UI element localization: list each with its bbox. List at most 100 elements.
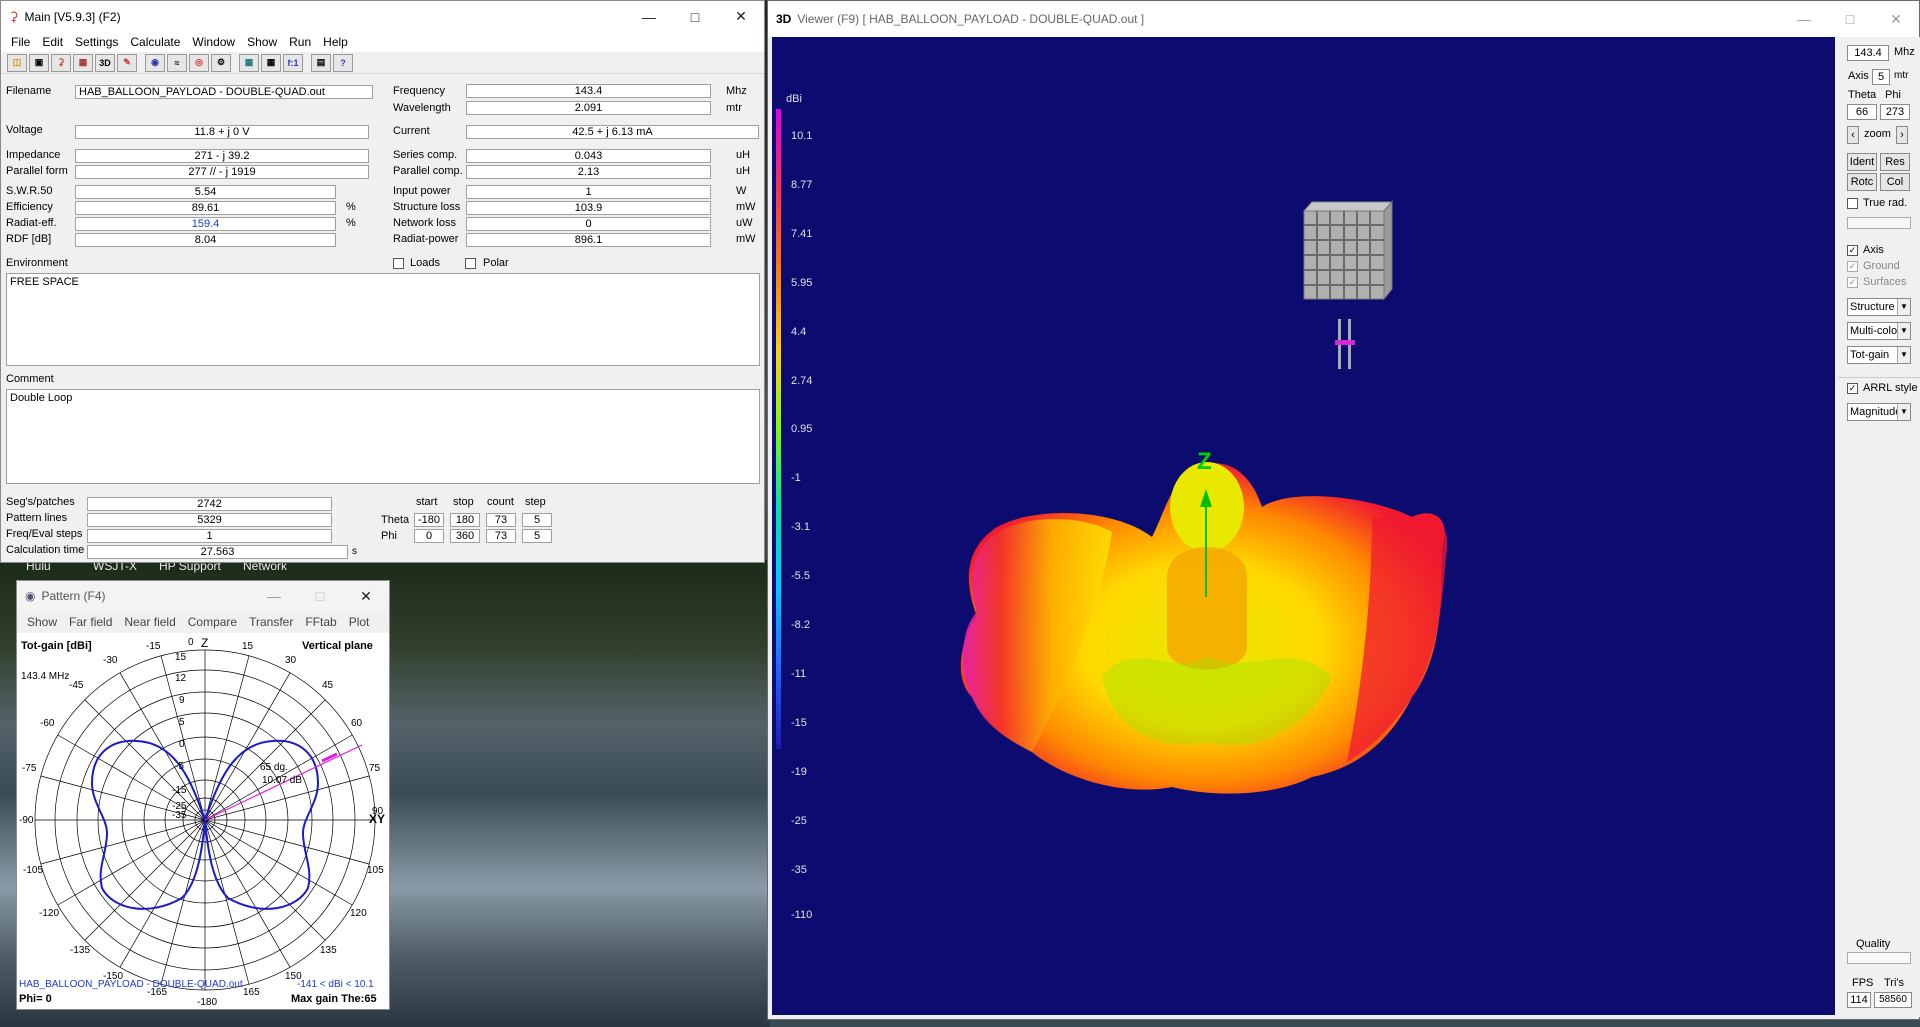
ident-button[interactable]: Ident — [1847, 153, 1877, 171]
help-icon[interactable]: ? — [333, 53, 353, 72]
true-rad-checkbox[interactable] — [1847, 198, 1858, 209]
geometry-icon[interactable]: ▦ — [73, 53, 93, 72]
menu-calculate[interactable]: Calculate — [124, 35, 186, 49]
frequency-field[interactable]: 143.4 — [466, 84, 711, 98]
save-icon[interactable]: ▣ — [29, 53, 49, 72]
theta-start[interactable]: -180 — [414, 513, 444, 527]
close-icon[interactable]: ✕ — [343, 581, 389, 611]
loads-checkbox[interactable] — [393, 258, 404, 269]
menu-settings[interactable]: Settings — [69, 35, 124, 49]
menu-window[interactable]: Window — [186, 35, 241, 49]
book-icon[interactable]: ▤ — [311, 53, 331, 72]
quality-slider[interactable] — [1847, 952, 1911, 964]
input-power-field[interactable]: 1 — [466, 185, 711, 199]
arrl-style-checkbox[interactable]: ✓ — [1847, 383, 1858, 394]
magnitude-select[interactable]: Magnitude ▼ — [1847, 403, 1911, 421]
comment-textarea[interactable]: Double Loop — [6, 389, 760, 484]
polar-plot-area[interactable]: Tot-gain [dBi] Vertical plane 143.4 MHz … — [17, 633, 389, 1009]
menu-show[interactable]: Show — [241, 35, 283, 49]
viewer-axis-label: Axis — [1848, 70, 1869, 82]
menu-run[interactable]: Run — [283, 35, 317, 49]
pattern-phi: Phi= 0 — [19, 993, 52, 1005]
grid-header-stop: stop — [453, 496, 474, 508]
menu-edit[interactable]: Edit — [36, 35, 69, 49]
polar-checkbox[interactable] — [465, 258, 476, 269]
structure-select[interactable]: Structure ▼ — [1847, 298, 1911, 316]
maximize-icon[interactable]: □ — [672, 1, 718, 32]
color-mode-select[interactable]: Multi-color ▼ — [1847, 322, 1911, 340]
minimize-icon[interactable]: — — [251, 581, 297, 611]
open-folder-icon[interactable]: ◫ — [7, 53, 27, 72]
pattern-titlebar[interactable]: ◉ Pattern (F4) — □ ✕ — [17, 581, 389, 611]
axis-checkbox[interactable]: ✓ — [1847, 245, 1858, 256]
axis-check-label: Axis — [1863, 244, 1884, 256]
maximize-icon[interactable]: □ — [1827, 4, 1873, 35]
viewer-slider[interactable] — [1847, 217, 1911, 229]
close-icon[interactable]: ✕ — [1873, 4, 1919, 35]
pattern-menu-fftab[interactable]: FFtab — [299, 615, 342, 629]
legend-tick: 8.77 — [791, 179, 813, 191]
viewer-window-title: Viewer (F9) [ HAB_BALLOON_PAYLOAD - DOUB… — [797, 12, 1145, 26]
viewer-theta-field[interactable]: 66 — [1847, 104, 1877, 120]
maximize-icon[interactable]: □ — [297, 581, 343, 611]
near-field-icon[interactable]: ≈ — [167, 53, 187, 72]
minimize-icon[interactable]: — — [626, 1, 672, 32]
close-icon[interactable]: ✕ — [718, 1, 764, 32]
phi-stop[interactable]: 360 — [450, 529, 480, 543]
pattern-menu-show[interactable]: Show — [21, 615, 63, 629]
zoom-out-icon[interactable]: ‹ — [1847, 126, 1859, 144]
phi-count[interactable]: 73 — [486, 529, 516, 543]
environment-textarea[interactable]: FREE SPACE — [6, 273, 760, 366]
efficiency-unit: % — [346, 201, 356, 213]
viewer-3d-canvas[interactable]: Z dBi 10.1 8.77 7.41 5.95 4.4 2.74 0.95 … — [772, 37, 1835, 1015]
filename-field[interactable]: HAB_BALLOON_PAYLOAD - DOUBLE-QUAD.out — [75, 85, 373, 99]
parallel-form-field: 277 // - j 1919 — [75, 165, 369, 179]
ground-checkbox[interactable]: ✓ — [1847, 261, 1858, 272]
phi-step[interactable]: 5 — [522, 529, 552, 543]
current-field: 42.5 + j 6.13 mA — [466, 125, 759, 139]
viewer-frequency-field[interactable]: 143.4 — [1847, 45, 1889, 61]
grid-header-step: step — [525, 496, 546, 508]
menu-help[interactable]: Help — [317, 35, 354, 49]
surfaces-checkbox[interactable]: ✓ — [1847, 277, 1858, 288]
pattern-menu-compare[interactable]: Compare — [182, 615, 243, 629]
radial-label: 9 — [179, 695, 185, 706]
viewer-theta-label: Theta — [1848, 89, 1877, 101]
radial-label: 15 — [175, 652, 187, 663]
view-3d-icon[interactable]: 3D — [95, 53, 115, 72]
antenna-icon[interactable]: ⚳ — [51, 53, 71, 72]
impedance-label: Impedance — [6, 149, 61, 161]
phi-start[interactable]: 0 — [414, 529, 444, 543]
zoom-in-icon[interactable]: › — [1896, 126, 1908, 144]
theta-label: Theta — [381, 514, 410, 526]
theta-count[interactable]: 73 — [486, 513, 516, 527]
pattern-menu-plot[interactable]: Plot — [343, 615, 376, 629]
ratio-icon[interactable]: f:1 — [283, 53, 303, 72]
pattern-menu-far-field[interactable]: Far field — [63, 615, 118, 629]
gain-type-select-value: Tot-gain — [1850, 349, 1890, 361]
viewer-axis-field[interactable]: 5 — [1872, 69, 1890, 85]
edit-icon[interactable]: ✎ — [117, 53, 137, 72]
theta-stop[interactable]: 180 — [450, 513, 480, 527]
pattern-icon[interactable]: ◉ — [145, 53, 165, 72]
viewer-phi-field[interactable]: 273 — [1880, 104, 1910, 120]
gain-type-select[interactable]: Tot-gain ▼ — [1847, 346, 1911, 364]
viewer-titlebar[interactable]: 3D Viewer (F9) [ HAB_BALLOON_PAYLOAD - D… — [768, 1, 1919, 37]
legend-tick: -5.5 — [791, 570, 810, 582]
target-icon[interactable]: ◎ — [189, 53, 209, 72]
pattern-menu-near-field[interactable]: Near field — [118, 615, 181, 629]
res-button[interactable]: Res — [1880, 153, 1910, 171]
calculator-icon[interactable]: ▦ — [239, 53, 259, 72]
optimizer-icon[interactable]: ⚙ — [211, 53, 231, 72]
minimize-icon[interactable]: — — [1781, 4, 1827, 35]
menu-file[interactable]: File — [5, 35, 36, 49]
pattern-menu-transfer[interactable]: Transfer — [243, 615, 299, 629]
pattern-filename: HAB_BALLOON_PAYLOAD - DOUBLE-QUAD.out — [19, 979, 243, 990]
table-icon[interactable]: ▦ — [261, 53, 281, 72]
impedance-field: 271 - j 39.2 — [75, 149, 369, 163]
theta-step[interactable]: 5 — [522, 513, 552, 527]
col-button[interactable]: Col — [1880, 173, 1910, 191]
main-titlebar[interactable]: ⚳ Main [V5.9.3] (F2) — □ ✕ — [1, 1, 764, 32]
rotc-button[interactable]: Rotc — [1847, 173, 1877, 191]
legend-tick: 10.1 — [791, 130, 813, 142]
